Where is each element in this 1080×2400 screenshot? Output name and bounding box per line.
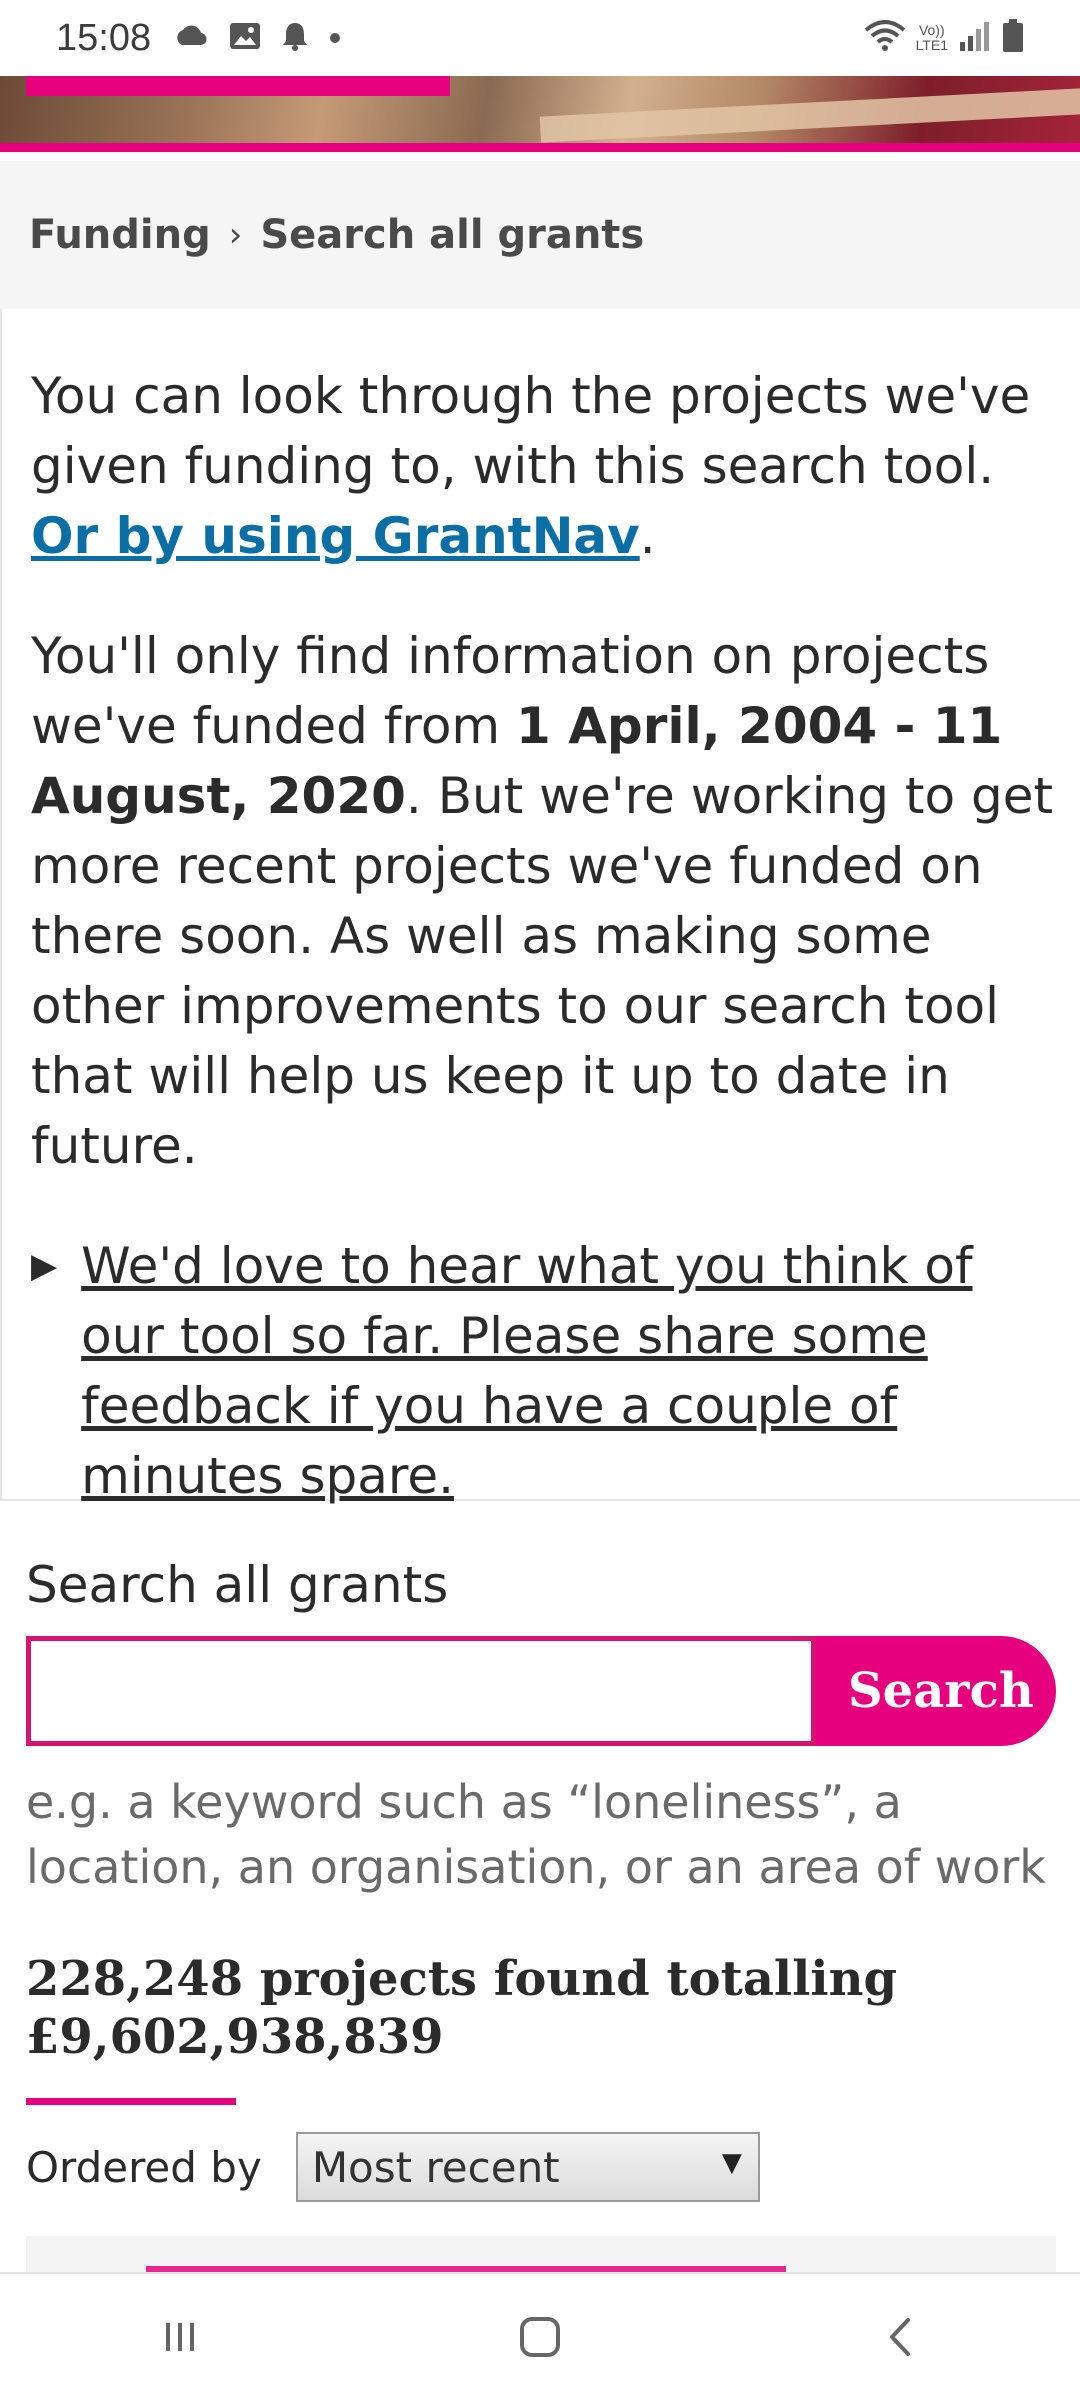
hero-title-banner <box>26 76 450 96</box>
wifi-icon <box>864 20 906 56</box>
hero-underline <box>0 143 1080 152</box>
breadcrumb: Funding › Search all grants <box>0 161 1080 309</box>
search-hint: e.g. a keyword such as “loneliness”, a l… <box>26 1775 1046 1894</box>
intro-text-end: . <box>639 507 656 565</box>
volte-line2: LTE1 <box>915 37 948 53</box>
intro-box: You can look through the projects we've … <box>0 309 1080 1505</box>
search-button[interactable]: Search <box>816 1636 1056 1746</box>
bell-icon <box>281 21 309 55</box>
breadcrumb-separator: › <box>228 215 243 255</box>
breadcrumb-item-current: Search all grants <box>260 212 645 258</box>
hero-plank <box>539 87 1080 143</box>
search-form: Search <box>26 1636 1056 1746</box>
breadcrumb-item-funding[interactable]: Funding <box>29 212 211 258</box>
dropdown-caret-icon: ▼ <box>721 2148 742 2178</box>
search-title: Search all grants <box>26 1556 449 1614</box>
cloud-icon <box>173 25 209 51</box>
feedback-details[interactable]: ▶ We'd love to hear what you think of ou… <box>31 1231 1056 1511</box>
status-time: 15:08 <box>56 16 152 59</box>
results-summary: 228,248 projects found totalling £9,602,… <box>26 1950 1056 2066</box>
system-nav-bar <box>0 2272 1080 2400</box>
dot-icon <box>329 29 341 48</box>
home-icon[interactable] <box>480 2287 600 2387</box>
grantnav-link[interactable]: Or by using GrantNav <box>31 507 640 565</box>
status-icons-right: Vo)) LTE1 <box>864 19 1024 57</box>
volte-line1: Vo)) <box>918 22 945 38</box>
intro-text: You can look through the projects we've … <box>31 367 1031 495</box>
results-total: £9,602,938,839 <box>26 2009 444 2065</box>
recents-icon[interactable] <box>120 2287 240 2387</box>
order-row: Ordered by Most recent ▼ <box>26 2132 760 2202</box>
order-label: Ordered by <box>26 2142 262 2192</box>
battery-icon <box>1002 19 1024 57</box>
status-bar: 15:08 Vo)) LTE1 <box>0 0 1080 76</box>
image-icon <box>229 22 261 54</box>
search-input[interactable] <box>26 1636 816 1746</box>
hero-image <box>0 76 1080 152</box>
date-range-suffix: . But we're working to get more recent p… <box>31 767 1054 1175</box>
status-icons-left <box>173 21 341 55</box>
section-divider <box>26 2098 236 2105</box>
results-count: 228,248 projects found totalling <box>26 1951 898 2007</box>
signal-icon <box>958 20 992 56</box>
disclosure-triangle-icon[interactable]: ▶ <box>31 1231 57 1301</box>
intro-paragraph-1: You can look through the projects we've … <box>31 361 1056 571</box>
back-icon[interactable] <box>840 2287 960 2387</box>
intro-paragraph-2: You'll only find information on projects… <box>31 621 1056 1181</box>
feedback-link[interactable]: We'd love to hear what you think of our … <box>81 1231 1056 1511</box>
volte-icon: Vo)) LTE1 <box>916 23 948 53</box>
order-select[interactable]: Most recent ▼ <box>295 2132 760 2202</box>
result-card[interactable] <box>26 2236 1056 2276</box>
order-selected-value: Most recent <box>311 2142 560 2192</box>
